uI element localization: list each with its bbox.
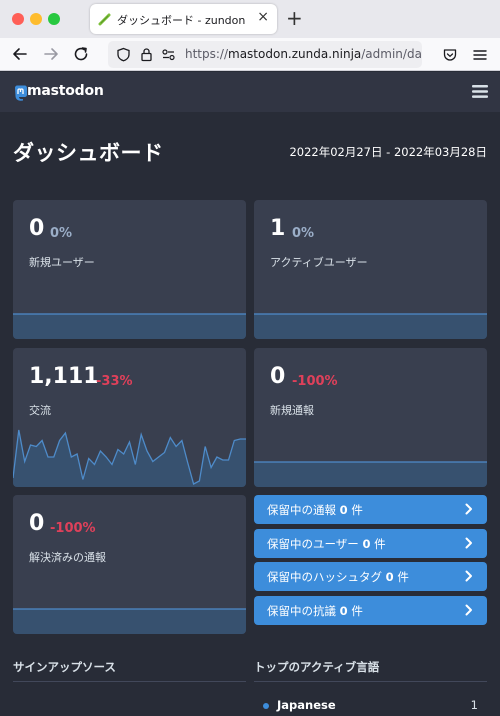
metric-value: 1,111	[29, 364, 99, 389]
metric-card-active-users: 1 0% アクティブユーザー	[254, 200, 487, 339]
mastodon-logo-text[interactable]: mastodon	[27, 83, 104, 99]
metric-delta: 0%	[50, 226, 73, 241]
sparkline-active-users	[254, 313, 487, 339]
tab-close-icon[interactable]: ×	[257, 9, 269, 25]
metric-value: 0	[29, 216, 45, 241]
pending-count: 0	[339, 604, 348, 618]
pending-prefix: 保留中の抗議	[267, 604, 336, 618]
metric-value: 1	[270, 216, 286, 241]
chevron-right-icon	[465, 503, 472, 515]
language-count: 1	[470, 698, 478, 712]
app-menu-icon[interactable]	[472, 47, 488, 63]
pending-count: 0	[385, 570, 394, 584]
metric-delta: -100%	[50, 521, 96, 536]
chevron-right-icon	[465, 570, 472, 582]
page-title: ダッシュボード	[13, 141, 164, 165]
address-bar[interactable]: https://mastodon.zunda.ninja/admin/da	[108, 41, 422, 68]
sparkline-new-users	[13, 313, 246, 339]
metric-label: 解決済みの通報	[29, 551, 106, 564]
metric-value: 0	[29, 511, 45, 536]
signup-sources-heading: サインアップソース	[13, 660, 116, 674]
pending-prefix: 保留中の通報	[267, 503, 336, 517]
pending-suffix: 件	[351, 503, 363, 517]
section-divider	[254, 681, 487, 682]
lock-icon[interactable]	[139, 47, 154, 62]
maximize-window-button[interactable]	[48, 13, 60, 25]
date-range: 2022年02月27日 - 2022年03月28日	[289, 145, 487, 159]
pending-users-label: 保留中のユーザー 0 件	[267, 536, 386, 552]
top-languages-heading: トップのアクティブ言語	[254, 660, 380, 674]
chevron-right-icon	[465, 537, 472, 549]
pending-reports-button[interactable]: 保留中の通報 0 件	[254, 495, 487, 524]
browser-tab[interactable]: ダッシュボード - zundon ×	[90, 4, 277, 34]
pending-suffix: 件	[351, 604, 363, 618]
pending-prefix: 保留中のハッシュタグ	[267, 570, 382, 584]
minimize-window-button[interactable]	[30, 13, 42, 25]
pending-reports-label: 保留中の通報 0 件	[267, 502, 363, 518]
sparkline-new-reports	[254, 461, 487, 487]
pending-count: 0	[362, 537, 371, 551]
shield-icon[interactable]	[116, 47, 131, 62]
reload-icon[interactable]	[70, 43, 92, 65]
pending-suffix: 件	[374, 537, 386, 551]
pending-appeals-button[interactable]: 保留中の抗議 0 件	[254, 596, 487, 625]
metric-card-new-users: 0 0% 新規ユーザー	[13, 200, 246, 339]
browser-tab-bar: ダッシュボード - zundon × +	[0, 0, 500, 38]
pocket-icon[interactable]	[442, 47, 458, 63]
url-path: /admin/da	[361, 47, 422, 61]
metric-label: 交流	[29, 404, 51, 417]
metric-label: 新規通報	[270, 404, 314, 417]
permissions-icon[interactable]	[161, 47, 176, 62]
favicon-icon	[98, 13, 111, 26]
url-text: https://mastodon.zunda.ninja/admin/da	[185, 47, 422, 61]
sparkline-resolved-reports	[13, 608, 246, 634]
metric-card-interactions: 1,111 -33% 交流	[13, 348, 246, 487]
metric-label: 新規ユーザー	[29, 256, 95, 269]
metric-delta: -100%	[292, 374, 338, 389]
url-host: mastodon.zunda.ninja	[228, 47, 362, 61]
metric-card-new-reports: 0 -100% 新規通報	[254, 348, 487, 487]
metric-delta: -33%	[96, 374, 133, 389]
sparkline-area	[13, 430, 246, 487]
url-scheme: https://	[185, 47, 229, 61]
chevron-right-icon	[465, 604, 472, 616]
pending-hashtags-button[interactable]: 保留中のハッシュタグ 0 件	[254, 562, 487, 591]
pending-suffix: 件	[397, 570, 409, 584]
browser-toolbar: https://mastodon.zunda.ninja/admin/da	[0, 38, 500, 71]
metric-value: 0	[270, 364, 286, 389]
section-divider	[13, 681, 246, 682]
pending-appeals-label: 保留中の抗議 0 件	[267, 603, 363, 619]
close-window-button[interactable]	[12, 13, 24, 25]
metric-card-resolved-reports: 0 -100% 解決済みの通報	[13, 495, 246, 634]
back-icon[interactable]	[9, 43, 31, 65]
hamburger-menu-icon[interactable]	[472, 84, 488, 99]
sparkline-interactions	[13, 429, 246, 487]
pending-count: 0	[339, 503, 348, 517]
forward-icon[interactable]	[40, 43, 62, 65]
metric-delta: 0%	[292, 226, 315, 241]
language-name: Japanese	[277, 698, 336, 712]
language-dot-icon	[263, 703, 269, 709]
pending-hashtags-label: 保留中のハッシュタグ 0 件	[267, 569, 409, 585]
pending-prefix: 保留中のユーザー	[267, 537, 359, 551]
pending-users-button[interactable]: 保留中のユーザー 0 件	[254, 529, 487, 558]
metric-label: アクティブユーザー	[270, 256, 368, 269]
new-tab-button[interactable]: +	[286, 6, 303, 30]
tab-title: ダッシュボード - zundon	[117, 14, 246, 27]
